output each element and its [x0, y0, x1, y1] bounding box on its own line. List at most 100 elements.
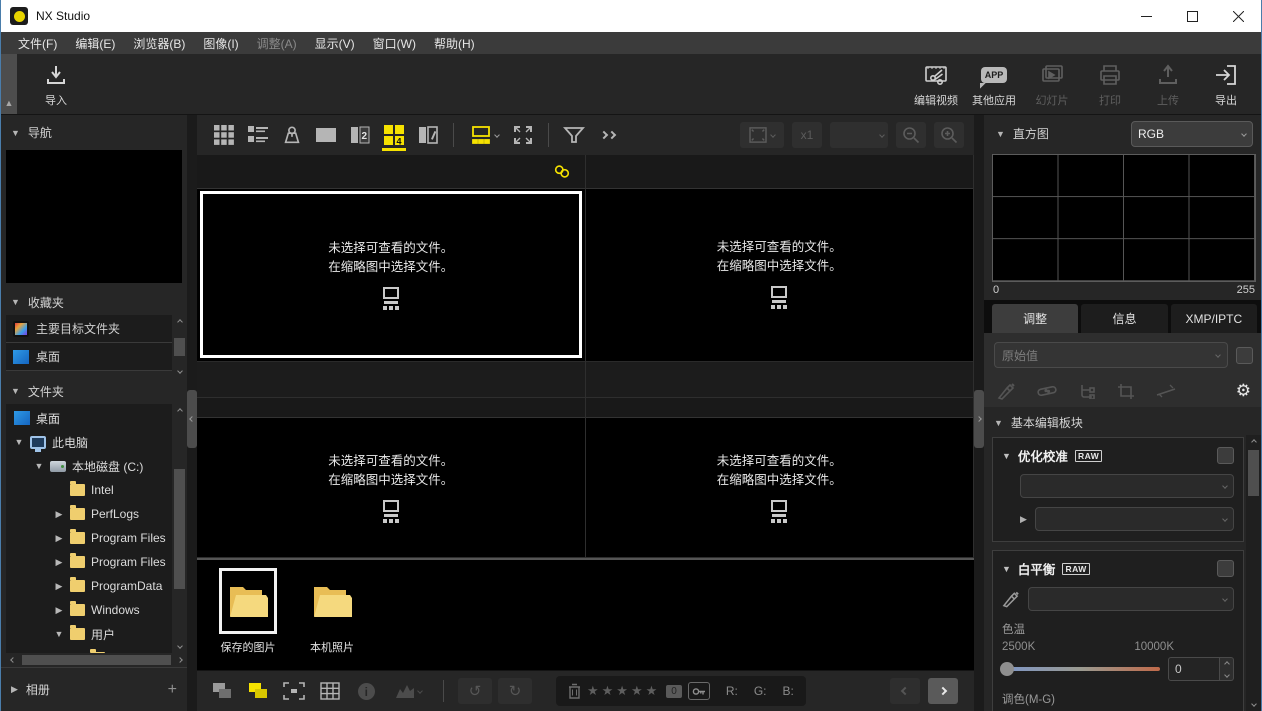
menu-view[interactable]: 显示(V) [306, 32, 364, 54]
viewer-image-area[interactable]: 未选择可查看的文件。 在缩略图中选择文件。 [586, 189, 974, 358]
scroll-down-icon[interactable] [172, 639, 187, 653]
menu-help[interactable]: 帮助(H) [425, 32, 484, 54]
single-thumbnail-button[interactable] [207, 677, 237, 705]
favorite-item-primary-destination[interactable]: 主要目标文件夹 [6, 315, 172, 343]
scroll-up-icon[interactable] [1246, 435, 1261, 449]
export-button[interactable]: 导出 [1197, 54, 1255, 114]
favorite-item-desktop[interactable]: 桌面 [6, 343, 172, 371]
tree-scrollbar[interactable] [172, 404, 187, 653]
close-button[interactable] [1215, 0, 1261, 32]
viewer-cell-1[interactable]: 未选择可查看的文件。 在缩略图中选择文件。 [197, 155, 586, 398]
trash-rating-icon[interactable] [568, 683, 581, 699]
toolbar-collapse-strip[interactable]: ▲ [1, 54, 17, 114]
folders-header[interactable]: ▼ 文件夹 [1, 378, 187, 404]
tree-horizontal-scrollbar[interactable] [6, 653, 187, 667]
navigation-header[interactable]: ▼ 导航 [1, 115, 187, 150]
temperature-slider[interactable] [1002, 667, 1160, 671]
expand-triangle-icon[interactable]: ▶ [54, 557, 64, 568]
viewer-cell-4[interactable]: 未选择可查看的文件。 在缩略图中选择文件。 [586, 398, 975, 558]
tree-item-perflogs[interactable]: ▶ PerfLogs [6, 502, 172, 526]
scroll-down-icon[interactable] [172, 364, 187, 378]
expand-triangle-icon[interactable]: ▶ [54, 509, 64, 520]
folder-thumbnail[interactable] [303, 568, 361, 634]
tree-item-users[interactable]: ▼ 用户 [6, 622, 172, 646]
tree-item-program-files[interactable]: ▶ Program Files [6, 526, 172, 550]
filmstrip-item-camera-roll[interactable]: 本机照片 [303, 568, 361, 655]
menu-edit[interactable]: 编辑(E) [66, 32, 124, 54]
expand-triangle-icon[interactable]: ▼ [14, 437, 24, 447]
star-rating[interactable]: ★★★★★ [587, 683, 660, 699]
link-sync-icon[interactable] [553, 164, 571, 179]
scrollbar-thumb[interactable] [22, 655, 171, 665]
protect-key-icon[interactable] [688, 682, 710, 700]
eyedropper-icon[interactable] [1002, 591, 1020, 608]
add-album-button[interactable]: + [168, 681, 177, 699]
grid-view-button[interactable] [207, 119, 241, 151]
picture-control-sub-select[interactable] [1035, 507, 1234, 531]
import-button[interactable]: 导入 [27, 54, 85, 114]
tab-adjustments[interactable]: 调整 [992, 304, 1078, 333]
scroll-left-icon[interactable] [6, 653, 20, 667]
menu-browser[interactable]: 浏览器(B) [124, 32, 194, 54]
filmstrip-item-saved-pictures[interactable]: 保存的图片 [219, 568, 277, 655]
filter-button[interactable] [557, 119, 591, 151]
four-up-view-button[interactable]: 4 [377, 119, 411, 151]
menu-file[interactable]: 文件(F) [9, 32, 66, 54]
tab-xmp-iptc[interactable]: XMP/IPTC [1171, 304, 1257, 333]
scroll-right-icon[interactable] [173, 653, 187, 667]
collapse-left-panel-handle[interactable] [187, 390, 197, 448]
collapse-triangle-icon[interactable]: ▼ [994, 418, 1003, 428]
scroll-up-icon[interactable] [172, 404, 187, 418]
collapse-triangle-icon[interactable]: ▼ [1002, 451, 1011, 461]
viewer-cell-3[interactable]: 未选择可查看的文件。 在缩略图中选择文件。 [197, 398, 586, 558]
picture-control-checkbox[interactable] [1217, 447, 1234, 464]
albums-header[interactable]: ▶ 相册 + [1, 667, 187, 711]
expand-triangle-icon[interactable]: ▶ [1020, 514, 1027, 525]
focus-point-button[interactable] [279, 677, 309, 705]
tree-item-programdata[interactable]: ▶ ProgramData [6, 574, 172, 598]
two-up-view-button[interactable]: 2 [343, 119, 377, 151]
tree-item-windows[interactable]: ▶ Windows [6, 598, 172, 622]
tree-item-local-disk-c[interactable]: ▼ 本地磁盘 (C:) [6, 454, 172, 478]
minimize-button[interactable] [1123, 0, 1169, 32]
expand-triangle-icon[interactable]: ▶ [54, 533, 64, 544]
gear-settings-icon[interactable]: ⚙ [1236, 381, 1251, 401]
rating-zero-badge[interactable]: 0 [666, 685, 682, 698]
scrollbar-thumb[interactable] [1248, 450, 1259, 496]
picture-control-select[interactable] [1020, 474, 1234, 498]
tree-item-intel[interactable]: Intel [6, 478, 172, 502]
viewer-cell-2[interactable]: 未选择可查看的文件。 在缩略图中选择文件。 [586, 155, 975, 398]
tree-item-admin[interactable]: ▼ admin [6, 646, 172, 653]
menu-window[interactable]: 窗口(W) [364, 32, 425, 54]
map-view-button[interactable] [275, 119, 309, 151]
next-image-button[interactable] [928, 678, 958, 704]
scrollbar-thumb[interactable] [174, 338, 185, 356]
edit-video-button[interactable]: 编辑视频 [907, 54, 965, 114]
expand-triangle-icon[interactable]: ▼ [34, 461, 44, 471]
maximize-button[interactable] [1169, 0, 1215, 32]
favorites-header[interactable]: ▼ 收藏夹 [1, 289, 187, 315]
viewer-image-area[interactable]: 未选择可查看的文件。 在缩略图中选择文件。 [197, 418, 585, 557]
histogram-channel-select[interactable]: RGB [1131, 121, 1253, 147]
more-tools-button[interactable] [591, 119, 625, 151]
viewer-image-area[interactable]: 未选择可查看的文件。 在缩略图中选择文件。 [586, 418, 974, 557]
viewer-image-area-selected[interactable]: 未选择可查看的文件。 在缩略图中选择文件。 [200, 191, 582, 358]
filmstrip-layout-button[interactable] [462, 119, 506, 151]
stacked-thumbnails-button-active[interactable] [243, 677, 273, 705]
scroll-up-icon[interactable] [172, 315, 187, 329]
white-balance-select[interactable] [1028, 587, 1234, 611]
favorites-scrollbar[interactable] [172, 315, 187, 378]
folder-thumbnail-selected[interactable] [219, 568, 277, 634]
tab-info[interactable]: 信息 [1081, 304, 1167, 333]
menu-image[interactable]: 图像(I) [194, 32, 247, 54]
temperature-input[interactable] [1168, 657, 1220, 681]
tree-item-program-files-x86[interactable]: ▶ Program Files [6, 550, 172, 574]
temperature-stepper[interactable] [1220, 657, 1234, 681]
fullscreen-button[interactable] [506, 119, 540, 151]
right-panel-scrollbar[interactable] [1246, 435, 1261, 711]
expand-triangle-icon[interactable]: ▶ [54, 605, 64, 616]
preset-checkbox[interactable] [1236, 347, 1253, 364]
collapse-triangle-icon[interactable]: ▼ [1002, 564, 1011, 574]
expand-triangle-icon[interactable]: ▶ [54, 581, 64, 592]
right-panel-divider[interactable] [974, 115, 984, 711]
